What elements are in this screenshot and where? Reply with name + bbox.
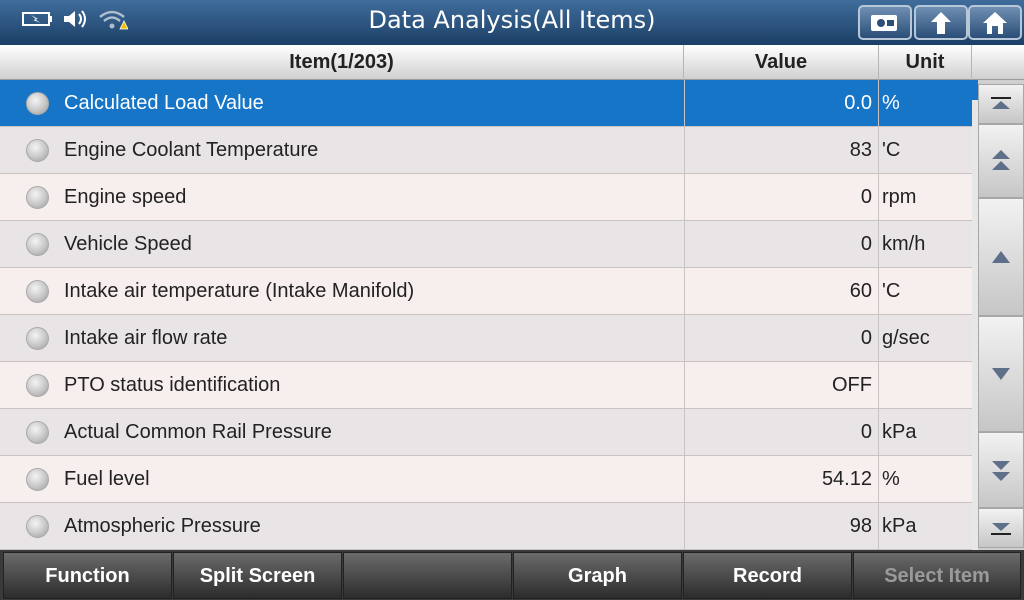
radio-icon[interactable] [26, 421, 49, 444]
item-unit: % [882, 468, 900, 490]
data-list: Calculated Load Value 0.0 % Engine Coola… [0, 80, 972, 550]
item-value: 0 [684, 221, 879, 267]
item-value: 0 [684, 409, 879, 455]
scroll-bottom-icon [991, 523, 1011, 535]
page-up-button[interactable] [978, 124, 1024, 198]
table-row[interactable]: Actual Common Rail Pressure 0 kPa [0, 409, 972, 456]
scroll-up-button[interactable] [978, 198, 1024, 316]
scroll-top-button[interactable] [978, 84, 1024, 124]
item-value: 60 [684, 268, 879, 314]
title-bar: Data Analysis(All Items) [0, 0, 1024, 45]
empty-button[interactable] [343, 552, 512, 599]
column-header-value: Value [684, 45, 879, 80]
table-row[interactable]: Engine speed 0 rpm [0, 174, 972, 221]
table-header: Item(1/203) Value Unit [0, 45, 1024, 80]
item-unit: km/h [882, 233, 926, 255]
item-unit: rpm [882, 186, 917, 208]
back-button[interactable] [914, 5, 968, 40]
item-name: PTO status identification [64, 374, 281, 396]
split-screen-button[interactable]: Split Screen [173, 552, 342, 599]
home-icon [983, 11, 1007, 34]
chevron-down-icon [992, 368, 1010, 380]
double-chevron-down-icon [992, 461, 1010, 481]
item-value: OFF [684, 362, 879, 408]
scroll-top-icon [991, 97, 1011, 109]
radio-icon[interactable] [26, 468, 49, 491]
item-unit: 'C [882, 280, 901, 302]
function-button[interactable]: Function [3, 552, 172, 599]
home-button[interactable] [968, 5, 1022, 40]
item-name: Engine speed [64, 186, 187, 208]
graph-button[interactable]: Graph [513, 552, 682, 599]
radio-icon[interactable] [26, 92, 49, 115]
item-value: 0.0 [684, 80, 879, 126]
bottom-toolbar: Function Split Screen Graph Record Selec… [0, 550, 1024, 600]
item-unit: kPa [882, 421, 917, 443]
radio-icon[interactable] [26, 515, 49, 538]
radio-icon[interactable] [26, 280, 49, 303]
item-value: 83 [684, 127, 879, 173]
table-row[interactable]: Intake air temperature (Intake Manifold)… [0, 268, 972, 315]
table-row[interactable]: Atmospheric Pressure 98 kPa [0, 503, 972, 550]
scroll-down-button[interactable] [978, 316, 1024, 432]
table-row[interactable]: Fuel level 54.12 % [0, 456, 972, 503]
radio-icon[interactable] [26, 374, 49, 397]
item-unit: % [882, 92, 900, 114]
column-header-unit: Unit [879, 45, 972, 80]
column-header-item: Item(1/203) [0, 45, 684, 80]
item-unit: kPa [882, 515, 917, 537]
double-chevron-up-icon [992, 150, 1010, 170]
item-name: Atmospheric Pressure [64, 515, 261, 537]
column-header-spacer [972, 45, 1024, 80]
back-icon [931, 11, 951, 34]
table-row[interactable]: PTO status identification OFF [0, 362, 972, 409]
item-name: Intake air flow rate [64, 327, 228, 349]
screenshot-button[interactable] [858, 5, 912, 40]
item-unit: g/sec [882, 327, 930, 349]
item-name: Engine Coolant Temperature [64, 139, 319, 161]
table-row[interactable]: Engine Coolant Temperature 83 'C [0, 127, 972, 174]
page-down-button[interactable] [978, 432, 1024, 508]
item-name: Intake air temperature (Intake Manifold) [64, 280, 415, 302]
item-value: 54.12 [684, 456, 879, 502]
item-value: 0 [684, 174, 879, 220]
table-row[interactable]: Vehicle Speed 0 km/h [0, 221, 972, 268]
item-name: Vehicle Speed [64, 233, 192, 255]
item-name: Actual Common Rail Pressure [64, 421, 332, 443]
screenshot-icon [871, 14, 897, 31]
radio-icon[interactable] [26, 233, 49, 256]
item-name: Calculated Load Value [64, 92, 264, 114]
chevron-up-icon [992, 251, 1010, 263]
item-unit: 'C [882, 139, 901, 161]
item-value: 98 [684, 503, 879, 549]
radio-icon[interactable] [26, 139, 49, 162]
select-item-button[interactable]: Select Item [853, 552, 1021, 599]
scroll-bottom-button[interactable] [978, 508, 1024, 548]
item-value: 0 [684, 315, 879, 361]
table-row[interactable]: Calculated Load Value 0.0 % [0, 80, 972, 127]
table-row[interactable]: Intake air flow rate 0 g/sec [0, 315, 972, 362]
scrollbar[interactable] [972, 80, 1024, 550]
item-name: Fuel level [64, 468, 150, 490]
radio-icon[interactable] [26, 327, 49, 350]
radio-icon[interactable] [26, 186, 49, 209]
record-button[interactable]: Record [683, 552, 852, 599]
